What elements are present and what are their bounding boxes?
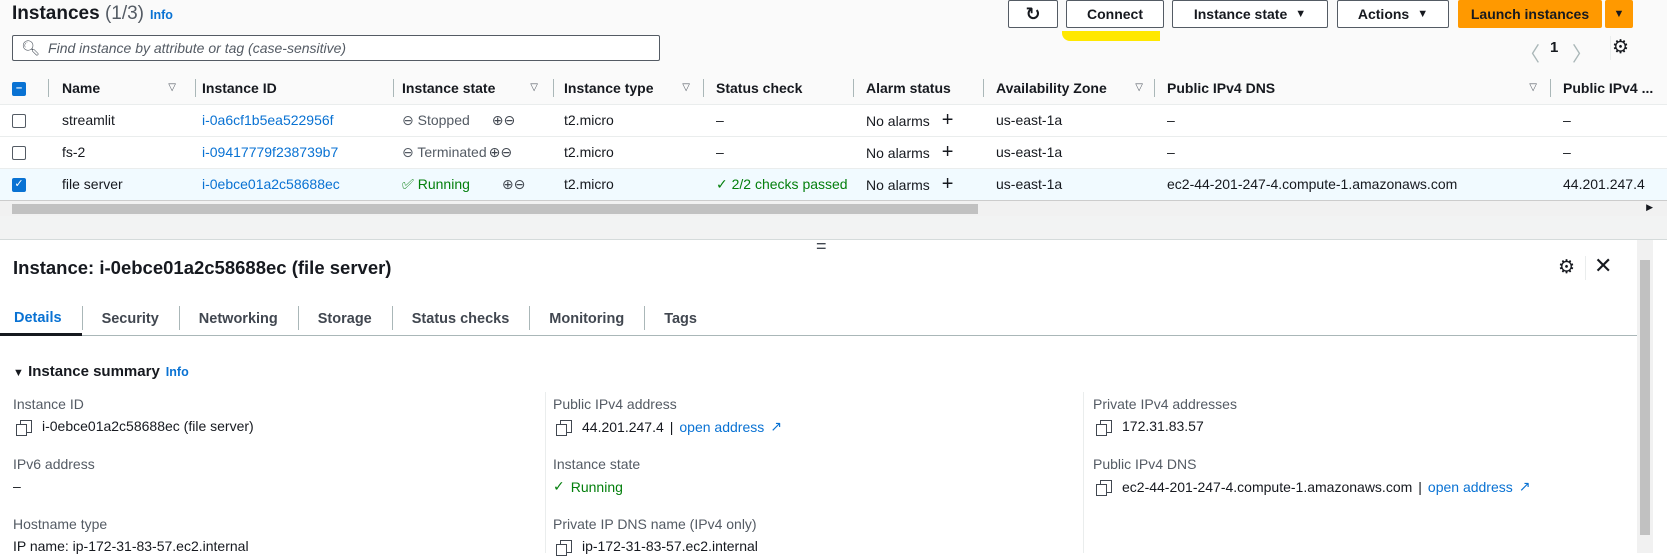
gear-icon[interactable]: ⚙ bbox=[1612, 36, 1629, 59]
close-icon[interactable]: ✕ bbox=[1594, 253, 1612, 279]
copy-icon[interactable] bbox=[556, 420, 572, 436]
instance-id-value: i-0ebce01a2c58688ec (file server) bbox=[16, 418, 254, 436]
col-instance-state[interactable]: Instance state ▽ bbox=[394, 72, 554, 105]
split-divider bbox=[0, 216, 1667, 240]
add-alarm-icon[interactable]: + bbox=[942, 173, 954, 195]
actions-button[interactable]: Actions ▼ bbox=[1337, 0, 1449, 28]
col-alarm-status[interactable]: Alarm status bbox=[854, 72, 984, 105]
gear-icon[interactable]: ⚙ bbox=[1558, 256, 1575, 279]
instance-id-link[interactable]: i-0ebce01a2c58688ec bbox=[196, 167, 394, 201]
caret-down-icon: ▼ bbox=[13, 367, 24, 379]
instance-id-link[interactable]: i-09417779f238739b7 bbox=[196, 136, 394, 169]
zoom-icons[interactable]: ⊕⊖ bbox=[492, 112, 515, 128]
next-page-icon[interactable]: 〉 bbox=[1572, 38, 1592, 67]
tab-details[interactable]: Details bbox=[0, 304, 82, 336]
details-title: Instance: i-0ebce01a2c58688ec (file serv… bbox=[13, 257, 392, 278]
col-public-ipv4[interactable]: Public IPv4 ... bbox=[1551, 72, 1667, 105]
running-icon: ✅︎ bbox=[402, 175, 414, 192]
search-icon: 🔍︎ bbox=[21, 40, 41, 57]
tab-storage[interactable]: Storage bbox=[297, 304, 392, 334]
connect-button[interactable]: Connect bbox=[1066, 0, 1164, 28]
tab-status-checks[interactable]: Status checks bbox=[391, 304, 530, 334]
external-link-icon[interactable]: ↗ bbox=[770, 418, 782, 435]
tab-monitoring[interactable]: Monitoring bbox=[529, 304, 644, 334]
refresh-button[interactable]: ↻ bbox=[1008, 0, 1058, 28]
column-divider bbox=[1083, 392, 1084, 553]
highlight-mark bbox=[1062, 31, 1160, 41]
col-public-dns[interactable]: Public IPv4 DNS ▽ bbox=[1155, 72, 1551, 105]
external-link-icon[interactable]: ↗ bbox=[1519, 478, 1531, 495]
table-header: – Name ▽ Instance ID Instance state ▽ Inst… bbox=[0, 72, 1667, 105]
scrollbar-thumb[interactable] bbox=[12, 204, 978, 214]
info-link[interactable]: Info bbox=[166, 365, 189, 379]
scrollbar-thumb[interactable] bbox=[1640, 260, 1650, 535]
divider bbox=[1610, 36, 1611, 60]
instances-table: – Name ▽ Instance ID Instance state ▽ Inst… bbox=[0, 72, 1667, 201]
open-address-link[interactable]: open address bbox=[1428, 479, 1513, 495]
launch-instances-button[interactable]: Launch instances bbox=[1458, 0, 1602, 28]
select-all-checkbox[interactable]: – bbox=[12, 81, 26, 96]
page-title: Instances (1/3) Info bbox=[12, 3, 173, 24]
horizontal-scrollbar[interactable]: ▶ bbox=[0, 200, 1667, 216]
col-instance-id[interactable]: Instance ID bbox=[196, 72, 394, 105]
col-name[interactable]: Name ▽ bbox=[50, 72, 196, 105]
vertical-scrollbar[interactable] bbox=[1637, 240, 1653, 553]
column-divider bbox=[545, 392, 546, 553]
prev-page-icon[interactable]: 〈 bbox=[1520, 38, 1540, 67]
copy-icon[interactable] bbox=[556, 539, 572, 556]
caret-down-icon: ▼ bbox=[1295, 8, 1307, 20]
copy-icon[interactable] bbox=[1096, 480, 1112, 496]
instance-summary-toggle[interactable]: ▼ Instance summary Info bbox=[13, 363, 189, 380]
col-availability-zone[interactable]: Availability Zone ▽ bbox=[984, 72, 1155, 105]
instance-id-link[interactable]: i-0a6cf1b5ea522956f bbox=[196, 104, 394, 137]
add-alarm-icon[interactable]: + bbox=[942, 109, 954, 131]
zoom-icons[interactable]: ⊕⊖ bbox=[489, 144, 512, 160]
row-checkbox[interactable] bbox=[12, 146, 26, 161]
check-icon: ✓ bbox=[716, 175, 728, 192]
instance-state-button[interactable]: Instance state ▼ bbox=[1172, 0, 1328, 28]
add-alarm-icon[interactable]: + bbox=[942, 141, 954, 163]
stopped-icon: ⊖ bbox=[402, 111, 414, 128]
caret-down-icon: ▼ bbox=[1417, 8, 1429, 20]
caret-down-icon: ▼ bbox=[1613, 8, 1625, 20]
tab-tags[interactable]: Tags bbox=[644, 304, 717, 334]
scroll-right-icon[interactable]: ▶ bbox=[1646, 202, 1653, 213]
tab-security[interactable]: Security bbox=[81, 304, 179, 334]
launch-dropdown-button[interactable]: ▼ bbox=[1605, 0, 1633, 28]
running-icon: ✓ bbox=[553, 478, 565, 494]
zoom-icons[interactable]: ⊕⊖ bbox=[502, 176, 525, 192]
info-link[interactable]: Info bbox=[150, 8, 173, 22]
tab-networking[interactable]: Networking bbox=[178, 304, 298, 334]
open-address-link[interactable]: open address bbox=[679, 419, 764, 435]
table-row-selected[interactable]: ✓ file server i-0ebce01a2c58688ec ✅︎ Run… bbox=[0, 167, 1667, 201]
copy-icon[interactable] bbox=[1096, 419, 1112, 436]
page-number[interactable]: 1 bbox=[1550, 39, 1558, 56]
terminated-icon: ⊖ bbox=[402, 143, 414, 160]
divider bbox=[1585, 256, 1586, 280]
table-row[interactable]: fs-2 i-09417779f238739b7 ⊖ Terminated ⊕⊖ … bbox=[0, 136, 1667, 169]
drag-handle-icon[interactable]: = bbox=[816, 236, 827, 257]
copy-icon[interactable] bbox=[16, 419, 32, 436]
details-tabs: Details Security Networking Storage Stat… bbox=[0, 304, 1637, 336]
search-input[interactable]: 🔍︎ Find instance by attribute or tag (cas… bbox=[12, 35, 660, 61]
row-checkbox[interactable] bbox=[12, 114, 26, 129]
refresh-icon: ↻ bbox=[1025, 3, 1041, 24]
table-row[interactable]: streamlit i-0a6cf1b5ea522956f ⊖ Stopped ⊕… bbox=[0, 104, 1667, 137]
row-checkbox[interactable]: ✓ bbox=[12, 178, 26, 193]
col-instance-type[interactable]: Instance type ▽ bbox=[554, 72, 704, 105]
col-status-check[interactable]: Status check bbox=[704, 72, 854, 105]
